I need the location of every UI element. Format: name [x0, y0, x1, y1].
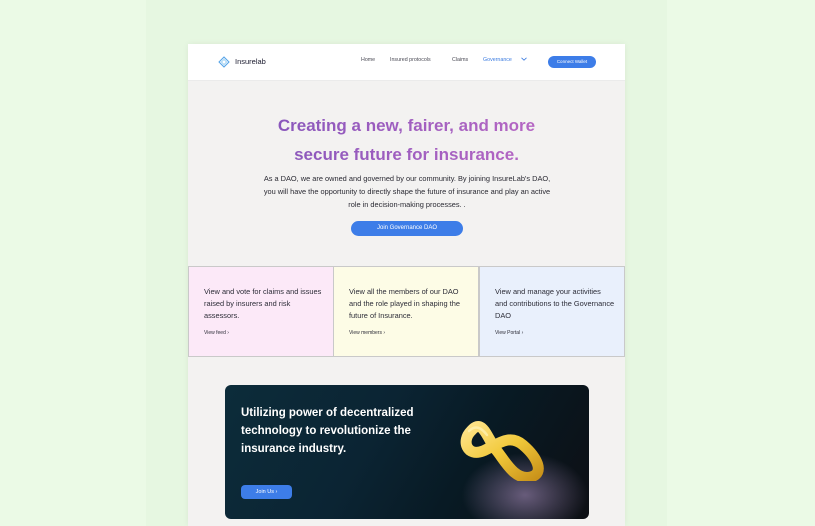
feature-card-feed: View and vote for claims and issues rais… [188, 266, 334, 357]
nav-link-home[interactable]: Home [361, 57, 375, 63]
page-background-right [667, 0, 815, 526]
insurelab-logo-icon[interactable] [218, 56, 230, 68]
join-us-button[interactable]: Join Us › [241, 485, 292, 499]
banner-headline: Utilizing power of decentralized technol… [241, 407, 414, 455]
feature-card-portal: View and manage your activities and cont… [479, 266, 625, 357]
feature-card-members: View all the members of our DAO and the … [333, 266, 479, 357]
nav-link-insured-protocols[interactable]: Insured protocols [390, 57, 431, 63]
cta-banner: Utilizing power of decentralized technol… [225, 385, 589, 519]
website-frame: Insurelab Home Insured protocols Claims … [188, 44, 625, 526]
view-members-link[interactable]: View members › [349, 330, 385, 336]
feature-card-text: View all the members of our DAO and the … [349, 287, 460, 320]
top-navbar: Insurelab Home Insured protocols Claims … [188, 44, 625, 81]
hero-description: As a DAO, we are owned and governed by o… [263, 174, 551, 209]
chevron-down-icon[interactable] [520, 55, 528, 63]
feature-card-text: View and manage your activities and cont… [495, 287, 615, 320]
view-feed-link[interactable]: View feed › [204, 330, 229, 336]
nav-link-claims[interactable]: Claims [452, 57, 468, 63]
hero-title-line-1: Creating a new, fairer, and more [188, 116, 625, 136]
brand-name[interactable]: Insurelab [235, 57, 266, 66]
infinity-3d-icon [460, 421, 544, 481]
nav-link-governance[interactable]: Governance [483, 57, 512, 63]
page-background-left [0, 0, 146, 526]
connect-wallet-button[interactable]: Connect Wallet [548, 56, 596, 68]
hero-title-line-2: secure future for insurance. [188, 145, 625, 165]
join-governance-dao-button[interactable]: Join Governance DAO [351, 221, 463, 236]
view-portal-link[interactable]: View Portal › [495, 330, 523, 336]
feature-card-text: View and vote for claims and issues rais… [204, 287, 322, 320]
